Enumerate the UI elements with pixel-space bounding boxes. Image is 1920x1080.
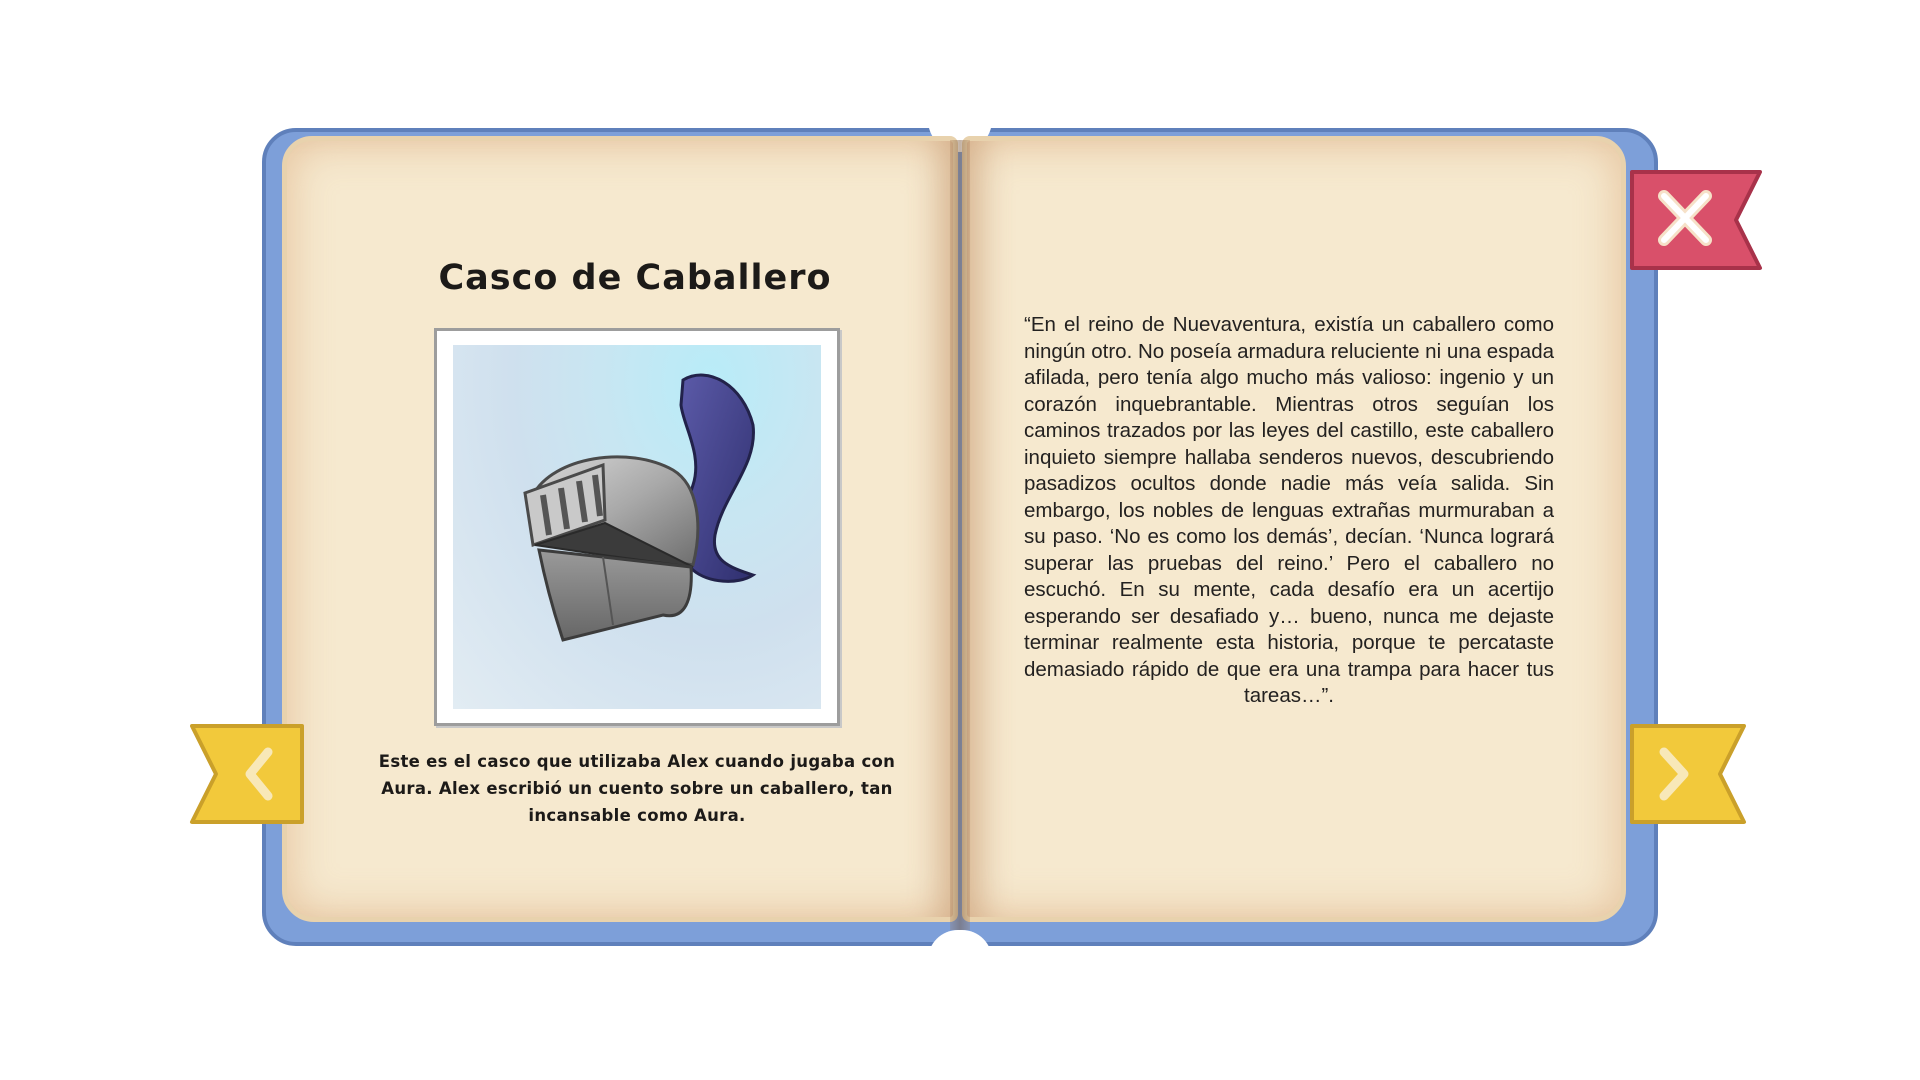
next-page-button[interactable]: [1628, 722, 1748, 828]
item-photo-frame: [434, 328, 840, 726]
book-spine: [950, 140, 970, 930]
previous-page-button[interactable]: [188, 722, 306, 828]
close-button[interactable]: [1628, 168, 1764, 274]
item-title: Casco de Caballero: [438, 258, 832, 298]
story-text: “En el reino de Nuevaventura, existía un…: [1024, 313, 1554, 707]
knight-helmet-image: [453, 345, 821, 709]
item-caption: Este es el casco que utilizaba Alex cuan…: [378, 752, 896, 825]
book-screen: Casco de Caballero Este es el casco que …: [0, 0, 1920, 1080]
knight-helmet-icon: [523, 373, 757, 642]
